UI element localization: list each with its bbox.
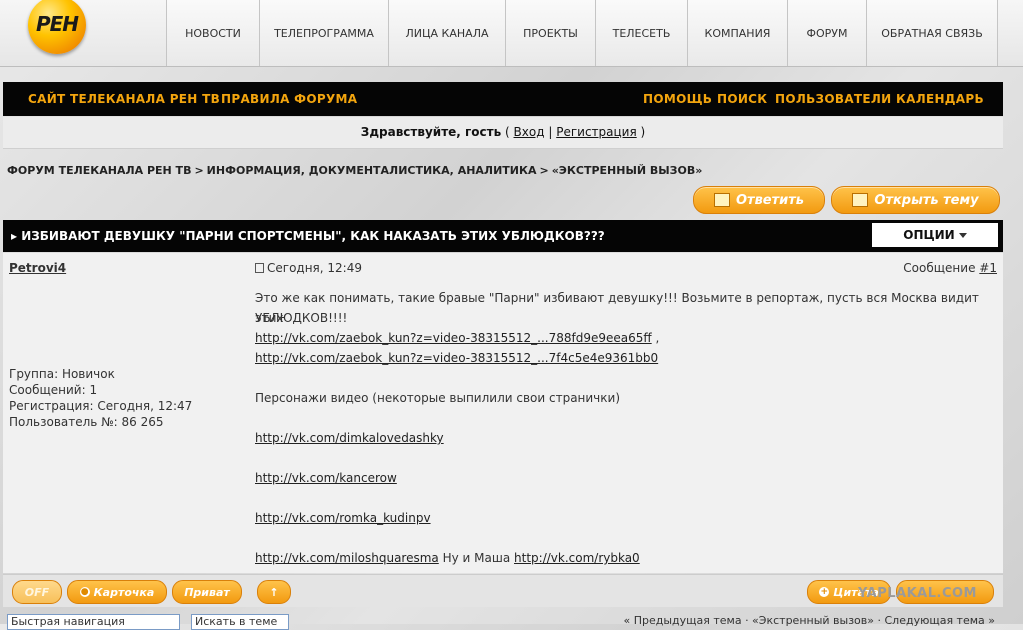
off-button[interactable]: OFF: [12, 580, 62, 604]
new-topic-button[interactable]: Открыть тему: [831, 186, 1000, 214]
topic-title: ▸ ИЗБИВАЮТ ДЕВУШКУ "ПАРНИ СПОРТСМЕНЫ", К…: [11, 229, 605, 243]
profile-link-4[interactable]: http://vk.com/miloshquaresma: [255, 551, 439, 565]
link-search[interactable]: ПОИСК: [717, 92, 767, 106]
author-group: Группа: Новичок: [9, 367, 115, 381]
breadcrumb-sep: >: [539, 164, 549, 177]
private-message-button[interactable]: Приват: [172, 580, 242, 604]
plus-icon: +: [819, 587, 830, 597]
greeting-divider: |: [548, 125, 553, 139]
prev-next-topic[interactable]: « Предыдущая тема · «Экстренный вызов» ·…: [623, 614, 995, 627]
link-comma: ,: [651, 331, 660, 345]
logo-text: РЕН: [35, 12, 79, 36]
nav-tv-program[interactable]: ТЕЛЕПРОГРАММА: [259, 0, 388, 66]
post-line-links-2: http://vk.com/zaebok_kun?z=video-3831551…: [255, 348, 658, 368]
register-link[interactable]: Регистрация: [556, 125, 636, 139]
breadcrumb-sep: >: [194, 164, 204, 177]
top-navigation: РЕН НОВОСТИ ТЕЛЕПРОГРАММА ЛИЦА КАНАЛА ПР…: [0, 0, 1023, 67]
search-in-topic-field[interactable]: Искать в теме: [191, 614, 289, 630]
ren-logo[interactable]: РЕН: [28, 0, 86, 54]
topic-title-text: ИЗБИВАЮТ ДЕВУШКУ "ПАРНИ СПОРТСМЕНЫ", КАК…: [21, 229, 605, 243]
post-date: Сегодня, 12:49: [255, 261, 362, 275]
video-link-2[interactable]: http://vk.com/zaebok_kun?z=video-3831551…: [255, 351, 658, 365]
scroll-up-button[interactable]: ↑: [257, 580, 291, 604]
breadcrumb-forum[interactable]: ФОРУМ ТЕЛЕКАНАЛА РЕН ТВ: [7, 164, 191, 177]
author-name[interactable]: Petrovi4: [9, 261, 66, 275]
topic-title-bar: ▸ ИЗБИВАЮТ ДЕВУШКУ "ПАРНИ СПОРТСМЕНЫ", К…: [3, 220, 1003, 252]
nav-forum[interactable]: ФОРУМ: [787, 0, 866, 66]
watermark: YAPLAKAL.COM: [858, 586, 977, 601]
nav-projects[interactable]: ПРОЕКТЫ: [505, 0, 595, 66]
post-num-label: Сообщение: [903, 261, 976, 275]
document-icon: [255, 263, 264, 273]
post-line-link-4: http://vk.com/kancerow: [255, 468, 397, 488]
profile-link-5[interactable]: http://vk.com/rybka0: [514, 551, 640, 565]
breadcrumb-subsection[interactable]: «ЭКСТРЕННЫЙ ВЫЗОВ»: [552, 164, 703, 177]
profile-link-1[interactable]: http://vk.com/dimkalovedashky: [255, 431, 444, 445]
greeting-text: Здравствуйте, гость: [360, 125, 502, 139]
link-forum-rules[interactable]: ПРАВИЛА ФОРУМА: [221, 92, 357, 106]
forum-menu-bar: САЙТ ТЕЛЕКАНАЛА РЕН ТВ ПРАВИЛА ФОРУМА ПО…: [3, 82, 1003, 116]
link-users[interactable]: ПОЛЬЗОВАТЕЛИ: [775, 92, 892, 106]
options-button[interactable]: ОПЦИИ: [872, 223, 998, 247]
greeting-bar: Здравствуйте, гость ( Вход | Регистрация…: [3, 117, 1003, 149]
post: Petrovi4 Группа: Новичок Сообщений: 1 Ре…: [3, 253, 1003, 573]
reply-button[interactable]: Ответить: [693, 186, 825, 214]
post-actions-bar: OFF ● Карточка Приват ↑ + Цитата: [3, 574, 1003, 607]
link-calendar[interactable]: КАЛЕНДАРЬ: [896, 92, 984, 106]
author-registered: Регистрация: Сегодня, 12:47: [9, 399, 193, 413]
video-link-1[interactable]: http://vk.com/zaebok_kun?z=video-3831551…: [255, 331, 652, 345]
post-line-3: Персонажи видео (некоторые выпилили свои…: [255, 391, 621, 405]
author-posts: Сообщений: 1: [9, 383, 98, 397]
profile-link-3[interactable]: http://vk.com/romka_kudinpv: [255, 511, 431, 525]
login-link[interactable]: Вход: [514, 125, 545, 139]
greeting-paren-close: ): [640, 125, 646, 139]
profile-link-2[interactable]: http://vk.com/kancerow: [255, 471, 397, 485]
post-line-link-5: http://vk.com/romka_kudinpv: [255, 508, 431, 528]
profile-card-button[interactable]: ● Карточка: [67, 580, 167, 604]
link-help[interactable]: ПОМОЩЬ: [643, 92, 712, 106]
new-topic-label: Открыть тему: [874, 192, 979, 208]
post-line-links-1: http://vk.com/zaebok_kun?z=video-3831551…: [255, 328, 659, 348]
post-date-text: Сегодня, 12:49: [267, 261, 362, 275]
link-site[interactable]: САЙТ ТЕЛЕКАНАЛА РЕН ТВ: [28, 92, 220, 106]
person-icon: ●: [79, 587, 90, 597]
post-line-2: УБЛЮДКОВ!!!!: [255, 311, 348, 325]
options-label: ОПЦИИ: [903, 228, 955, 242]
quick-navigation-field[interactable]: Быстрая навигация: [7, 614, 180, 630]
post-author-column: Petrovi4 Группа: Новичок Сообщений: 1 Ре…: [3, 253, 247, 573]
breadcrumb: ФОРУМ ТЕЛЕКАНАЛА РЕН ТВ > ИНФОРМАЦИЯ, ДОКУ…: [7, 164, 702, 177]
nav-news[interactable]: НОВОСТИ: [166, 0, 259, 66]
breadcrumb-section[interactable]: ИНФОРМАЦИЯ, ДОКУМЕНТАЛИСТИКА, АНАЛИТИКА: [207, 164, 537, 177]
post-num-link[interactable]: #1: [979, 261, 997, 275]
nav-teleset[interactable]: ТЕЛЕСЕТЬ: [595, 0, 687, 66]
nav-feedback[interactable]: ОБРАТНАЯ СВЯЗЬ: [866, 0, 998, 66]
chevron-down-icon: [958, 232, 967, 238]
post-line-link-6: http://vk.com/miloshquaresma Ну и Маша h…: [255, 548, 640, 568]
profile-card-label: Карточка: [93, 585, 155, 599]
post-line-1: Это же как понимать, такие бравые "Парни…: [255, 291, 979, 325]
folder-icon: [852, 193, 869, 207]
nav-channel-faces[interactable]: ЛИЦА КАНАЛА: [388, 0, 505, 66]
author-user-number: Пользователь №: 86 265: [9, 415, 164, 429]
post-text-masha: Ну и Маша: [438, 551, 515, 565]
post-number: Сообщение #1: [903, 261, 997, 275]
reply-label: Ответить: [735, 192, 805, 208]
post-line-link-3: http://vk.com/dimkalovedashky: [255, 428, 444, 448]
reply-icon: [713, 193, 730, 207]
nav-company[interactable]: КОМПАНИЯ: [687, 0, 787, 66]
greeting-paren-open: (: [505, 125, 510, 139]
